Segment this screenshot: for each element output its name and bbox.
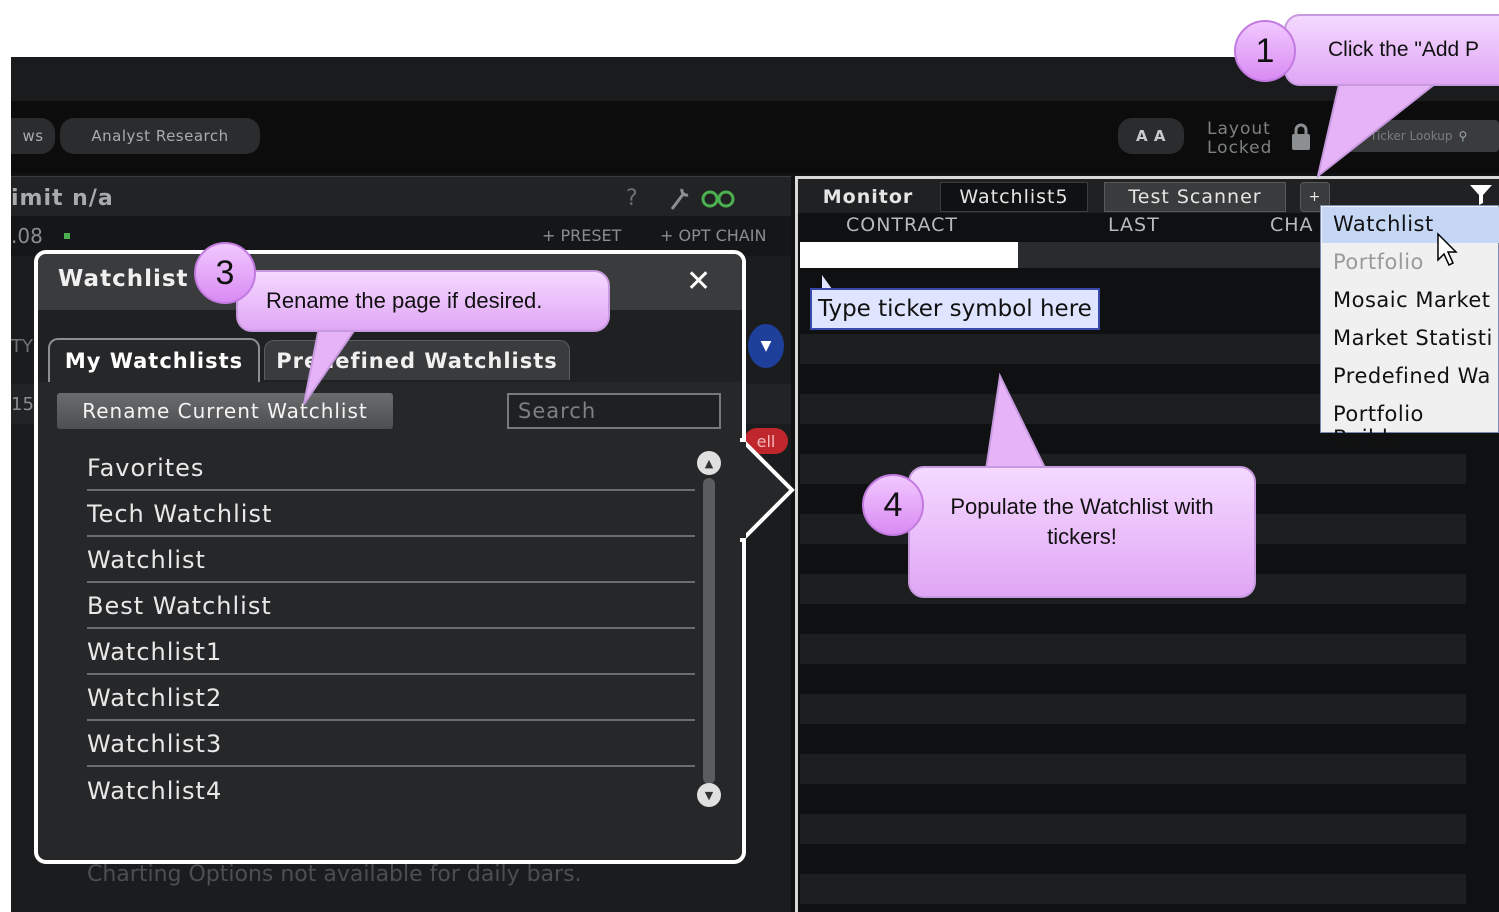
news-tab-label: ws [22, 127, 44, 145]
chart-panel-title: imit n/a [11, 186, 114, 211]
table-row [800, 874, 1466, 904]
charting-note: Charting Options not available for daily… [87, 862, 582, 887]
callout-3-number-label: 3 [215, 253, 235, 292]
callout-4-number-label: 4 [883, 485, 903, 524]
callout-1-number: 1 [1234, 20, 1296, 82]
analyst-research-label: Analyst Research [91, 127, 229, 145]
menu-item-predefined-watchlists[interactable]: Predefined Wa [1333, 364, 1491, 388]
list-item[interactable]: Watchlist4 [87, 768, 695, 813]
callout-1-number-label: 1 [1255, 31, 1275, 70]
watchlist-search-input[interactable]: Search [507, 393, 721, 429]
callout-3-number: 3 [194, 242, 256, 304]
tab-test-scanner[interactable]: Test Scanner [1104, 182, 1286, 212]
search-icon: ⚲ [1458, 129, 1468, 143]
menu-item-mosaic-market[interactable]: Mosaic Market [1333, 288, 1491, 312]
table-row [800, 634, 1466, 664]
list-item[interactable]: Watchlist3 [87, 722, 695, 767]
table-row [800, 694, 1466, 724]
menu-item-watchlist[interactable]: Watchlist [1333, 212, 1434, 236]
callout-3: Rename the page if desired. [236, 270, 610, 332]
callout-4: Populate the Watchlist with tickers! [908, 466, 1256, 598]
menu-item-market-statistics[interactable]: Market Statisti [1333, 326, 1493, 350]
callout-4-tail [980, 372, 1060, 472]
add-tab-label: + [1308, 189, 1322, 205]
callout-1-text: Click the "Add P [1328, 38, 1480, 61]
chevron-down-icon: ▼ [704, 788, 714, 802]
plus-icon: + [660, 226, 679, 245]
list-item-label: Watchlist1 [87, 637, 223, 666]
preset-button[interactable]: + PRESET [542, 226, 621, 245]
layout-label: Layout [1207, 119, 1271, 139]
callout-1: Click the "Add P [1284, 14, 1499, 86]
scroll-down-button[interactable]: ▼ [697, 783, 721, 807]
list-item-label: Watchlist2 [87, 683, 223, 712]
col-change[interactable]: CHA [1270, 214, 1314, 236]
font-size-label: A A [1136, 127, 1166, 145]
layout-locked-toggle[interactable]: Layout Locked [1207, 120, 1272, 158]
list-item-label: Watchlist [87, 545, 206, 574]
list-item[interactable]: Watchlist [87, 538, 695, 583]
dialog-title: Watchlist L [58, 266, 214, 292]
close-icon[interactable]: ✕ [686, 264, 711, 299]
ticker-tooltip-text: Type ticker symbol here [818, 296, 1092, 322]
list-item[interactable]: Best Watchlist [87, 584, 695, 629]
callout-4-text-line2: tickers! [1047, 524, 1117, 549]
chevron-up-icon: ▲ [704, 456, 714, 470]
tab-my-watchlists[interactable]: My Watchlists [48, 338, 260, 382]
news-tab-button[interactable]: ws [11, 118, 55, 154]
callout-3-tail [290, 320, 370, 406]
tab-watchlist5-label: Watchlist5 [959, 186, 1069, 208]
opt-chain-button[interactable]: + OPT CHAIN [660, 226, 766, 245]
plus-icon: + [542, 226, 561, 245]
dialog-pointer [740, 435, 796, 545]
ticker-tooltip: Type ticker symbol here [810, 288, 1100, 330]
monitor-title: Monitor [806, 182, 930, 212]
preset-label: PRESET [560, 226, 622, 245]
table-row [800, 814, 1466, 844]
dropdown-button[interactable]: ▼ [748, 324, 784, 368]
callout-3-text: Rename the page if desired. [266, 288, 543, 313]
chevron-down-icon: ▼ [760, 338, 772, 354]
search-placeholder: Search [518, 399, 597, 423]
list-item-label: Best Watchlist [87, 591, 272, 620]
tab-watchlist5[interactable]: Watchlist5 [940, 182, 1088, 212]
callout-1-tail [1310, 70, 1450, 180]
col-last[interactable]: LAST [1108, 214, 1160, 236]
price-indicator [64, 233, 70, 239]
list-item[interactable]: Tech Watchlist [87, 492, 695, 537]
side-label-ty: TY [11, 336, 33, 357]
list-item-label: Watchlist4 [87, 776, 223, 805]
menu-item-portfolio-builder[interactable]: Portfolio Builde [1333, 402, 1499, 450]
list-item-label: Tech Watchlist [87, 499, 273, 528]
price-value: .08 [11, 224, 43, 248]
list-item[interactable]: Favorites [87, 446, 695, 491]
side-label-15: 15 [11, 394, 34, 415]
tab-my-watchlists-label: My Watchlists [64, 349, 244, 373]
list-item[interactable]: Watchlist1 [87, 630, 695, 675]
list-item-label: Watchlist3 [87, 729, 223, 758]
cursor-icon [1436, 232, 1462, 268]
filter-icon[interactable] [1468, 183, 1494, 207]
table-row [800, 754, 1466, 784]
analyst-research-button[interactable]: Analyst Research [60, 118, 260, 154]
ticker-tooltip-pointer [822, 275, 832, 289]
monitor-title-label: Monitor [822, 186, 914, 208]
locked-label: Locked [1207, 138, 1273, 158]
list-item[interactable]: Watchlist2 [87, 676, 695, 721]
col-contract[interactable]: CONTRACT [846, 214, 958, 236]
menu-item-portfolio[interactable]: Portfolio [1333, 250, 1424, 274]
ticker-entry-input[interactable] [800, 242, 1018, 268]
wrench-icon[interactable] [668, 185, 692, 211]
opt-chain-label: OPT CHAIN [678, 226, 767, 245]
lock-icon [1290, 122, 1312, 152]
list-item-label: Favorites [87, 453, 205, 482]
font-size-button[interactable]: A A [1118, 118, 1184, 154]
link-icon[interactable] [700, 189, 736, 209]
callout-4-number: 4 [862, 474, 924, 536]
help-icon[interactable]: ? [626, 186, 638, 211]
scrollbar-track[interactable] [703, 478, 715, 784]
callout-4-text-line1: Populate the Watchlist with [950, 494, 1214, 519]
scroll-up-button[interactable]: ▲ [697, 451, 721, 475]
tab-test-scanner-label: Test Scanner [1128, 186, 1262, 208]
